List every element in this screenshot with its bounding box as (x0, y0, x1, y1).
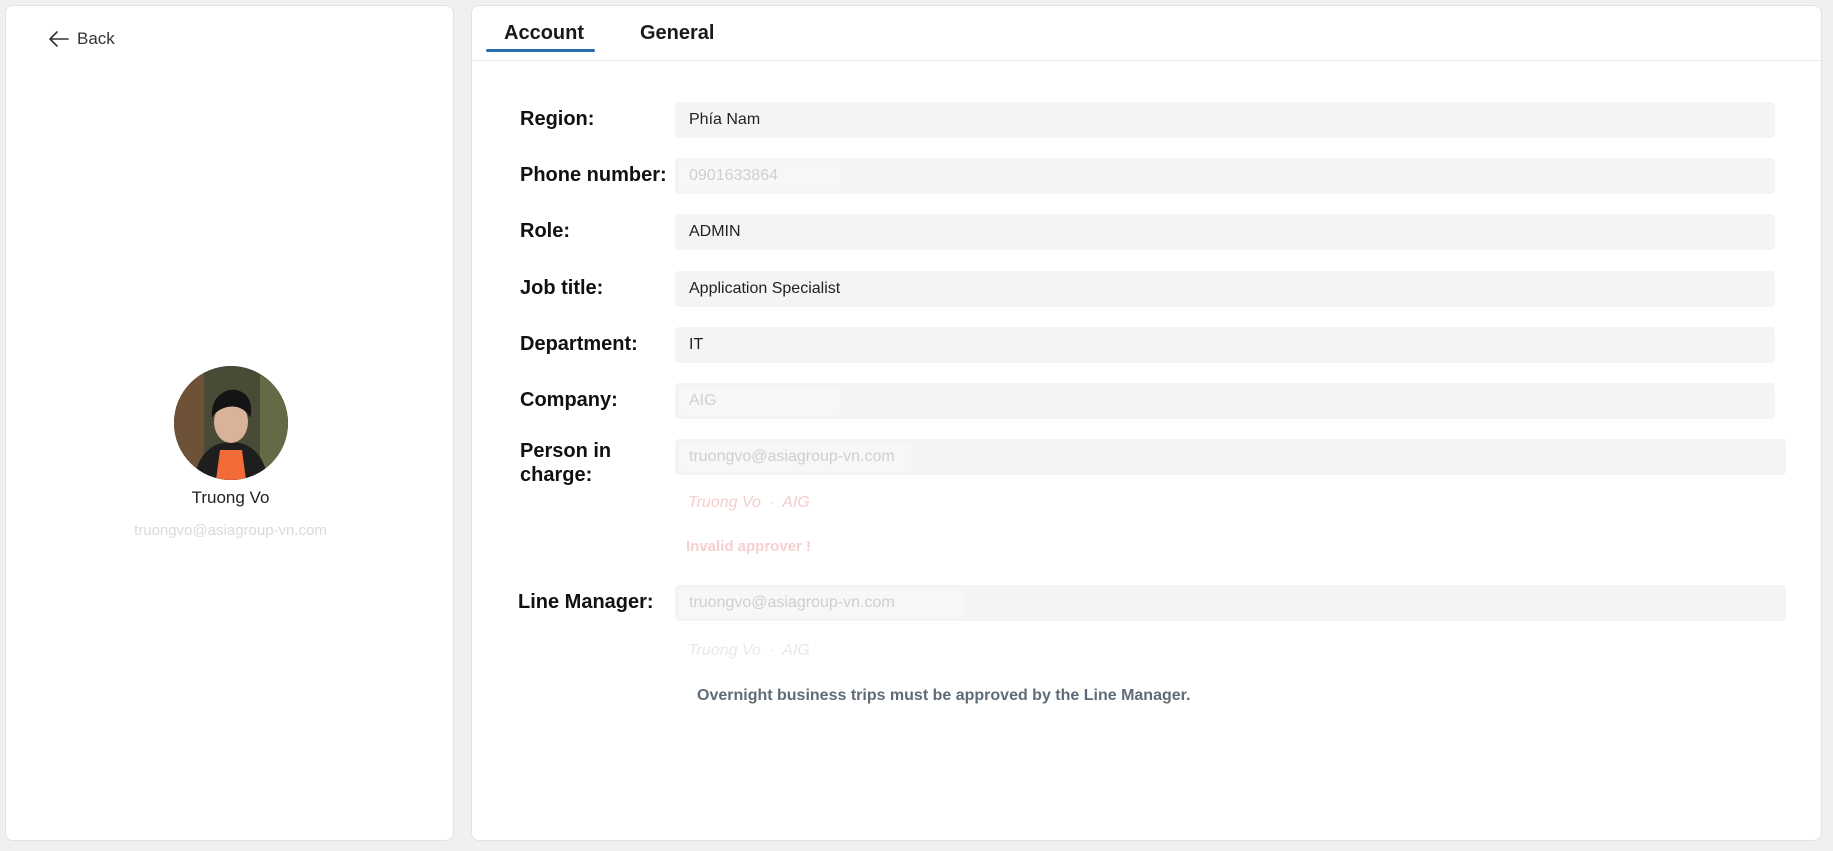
person-in-charge-label-line2: charge: (520, 464, 593, 486)
person-in-charge-suggestion[interactable]: Truong Vo · AIG (688, 494, 810, 512)
role-value: ADMIN (689, 223, 741, 240)
active-tab-indicator (486, 49, 595, 52)
phone-input[interactable] (679, 161, 841, 191)
company-input[interactable] (679, 386, 841, 416)
job-title-value: Application Specialist (689, 280, 841, 297)
region-field: Phía Nam (675, 102, 1775, 138)
region-label: Region: (520, 108, 595, 130)
tab-general[interactable]: General (640, 22, 714, 45)
line-manager-label: Line Manager: (518, 591, 654, 613)
arrow-left-icon (49, 31, 69, 47)
department-field: IT (675, 327, 1775, 363)
tab-bar: Account General (472, 6, 1821, 61)
job-title-field: Application Specialist (675, 271, 1775, 307)
line-manager-suggestion-name: Truong Vo (688, 642, 761, 659)
role-label: Role: (520, 220, 570, 242)
person-in-charge-suggestion-separator: · (768, 494, 775, 511)
company-field (675, 383, 1775, 419)
tab-account[interactable]: Account (504, 22, 584, 45)
person-in-charge-label-line1: Person in (520, 440, 612, 462)
line-manager-suggestion-company: AIG (782, 642, 810, 659)
details-panel: Account General Region: Phía Nam Phone n… (471, 5, 1822, 841)
role-field: ADMIN (675, 214, 1775, 250)
company-label: Company: (520, 389, 618, 411)
job-title-label: Job title: (520, 277, 604, 299)
line-manager-field (675, 585, 1786, 621)
line-manager-suggestion[interactable]: Truong Vo · AIG (688, 642, 810, 660)
profile-summary: Truong Vo truongvo@asiagroup-vn.com (6, 366, 455, 539)
line-manager-note: Overnight business trips must be approve… (697, 687, 1191, 704)
department-value: IT (689, 336, 704, 353)
person-in-charge-suggestion-company: AIG (782, 494, 810, 511)
avatar (173, 366, 288, 480)
back-button[interactable]: Back (49, 26, 115, 52)
line-manager-suggestion-separator: · (768, 642, 775, 659)
phone-field (675, 158, 1775, 194)
profile-email: truongvo@asiagroup-vn.com (134, 522, 327, 539)
phone-label: Phone number: (520, 164, 667, 186)
person-in-charge-field (675, 439, 1786, 475)
person-in-charge-label: Person in charge: (520, 439, 611, 487)
department-label: Department: (520, 333, 638, 355)
person-in-charge-suggestion-name: Truong Vo (688, 494, 761, 511)
profile-panel: Back Truong Vo truongvo@asiagroup-vn.com (5, 5, 454, 841)
person-in-charge-input[interactable] (679, 442, 911, 472)
line-manager-input[interactable] (679, 588, 963, 618)
profile-name: Truong Vo (191, 488, 270, 507)
person-in-charge-error: Invalid approver ! (686, 538, 812, 555)
back-label: Back (77, 29, 115, 48)
region-value: Phía Nam (689, 111, 761, 128)
